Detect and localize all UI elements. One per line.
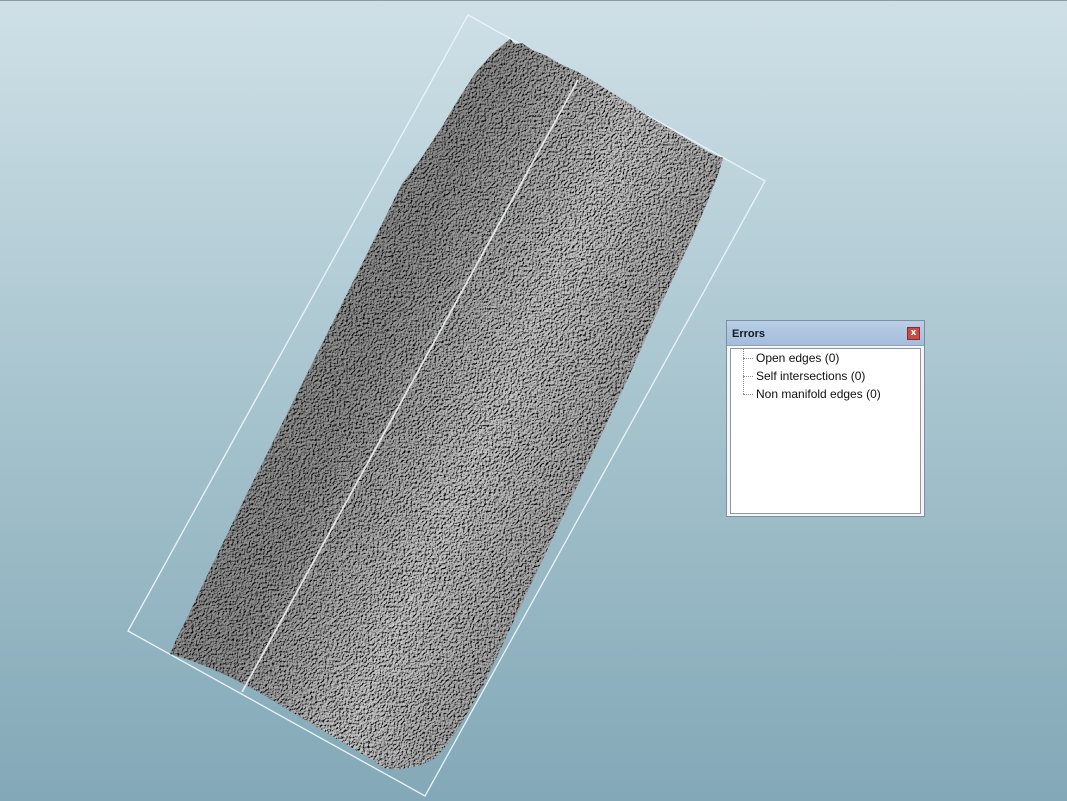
tree-item-open-edges[interactable]: Open edges (0) bbox=[731, 349, 920, 367]
tree-connector bbox=[743, 358, 753, 359]
errors-panel-title: Errors bbox=[732, 328, 766, 340]
3d-viewport[interactable]: Errors x Open edges (0) Self intersectio… bbox=[0, 0, 1067, 801]
tree-item-label: Self intersections (0) bbox=[756, 369, 866, 383]
tree-item-label: Open edges (0) bbox=[756, 351, 840, 365]
tree-item-self-intersections[interactable]: Self intersections (0) bbox=[731, 367, 920, 385]
tree-item-non-manifold-edges[interactable]: Non manifold edges (0) bbox=[731, 385, 920, 403]
errors-panel-titlebar[interactable]: Errors x bbox=[727, 321, 924, 346]
errors-panel: Errors x Open edges (0) Self intersectio… bbox=[726, 320, 925, 517]
tree-connector bbox=[743, 376, 753, 377]
tree-connector bbox=[743, 394, 753, 395]
tree-item-label: Non manifold edges (0) bbox=[756, 387, 881, 401]
close-button[interactable]: x bbox=[907, 327, 920, 340]
errors-tree[interactable]: Open edges (0) Self intersections (0) No… bbox=[730, 348, 921, 514]
